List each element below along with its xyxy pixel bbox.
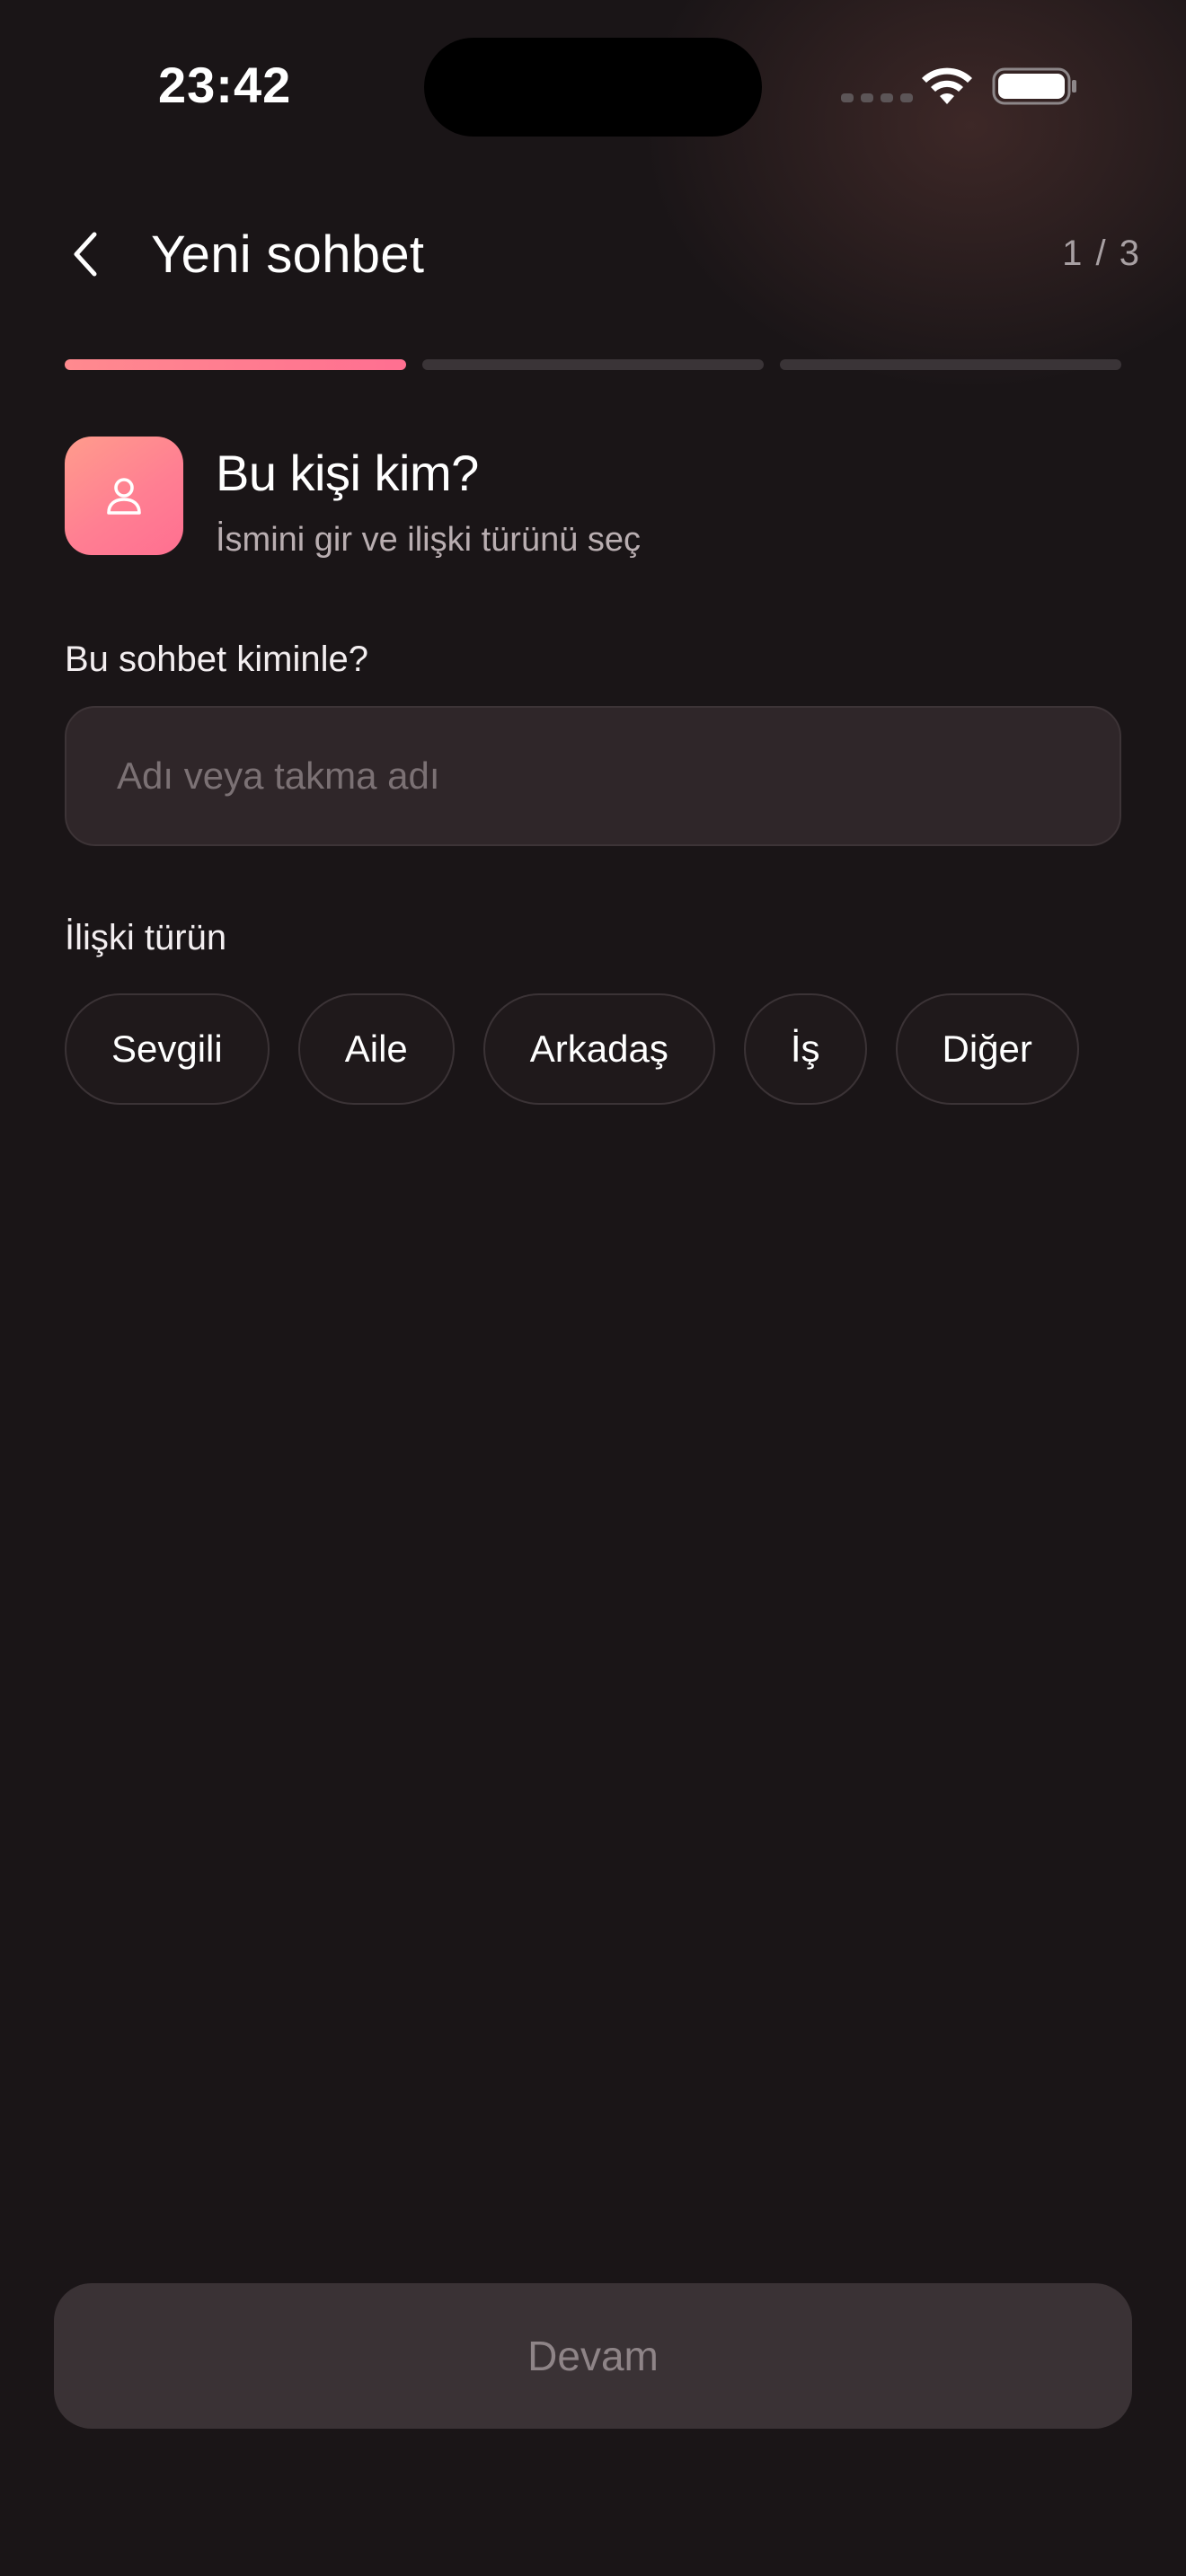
dynamic-island: [424, 38, 762, 137]
section-header: Bu kişi kim? İsmini gir ve ilişki türünü…: [65, 437, 1121, 571]
relationship-chip-aile[interactable]: Aile: [297, 993, 455, 1105]
step-counter: 1 / 3: [1062, 234, 1141, 273]
relationship-chip-is[interactable]: İş: [743, 993, 867, 1105]
relationship-label: İlişki türün: [65, 918, 227, 957]
page-title: Yeni sohbet: [151, 225, 425, 284]
person-icon: [107, 478, 141, 515]
relationship-options: Sevgili Aile Arkadaş İş Diğer: [65, 993, 1079, 1105]
relationship-chip-diger[interactable]: Diğer: [895, 993, 1079, 1105]
section-subtitle: İsmini gir ve ilişki türünü seç: [216, 521, 642, 559]
battery-icon: [992, 67, 1076, 105]
cellular-signal-icon: [841, 93, 913, 102]
progress-segment-1: [65, 359, 406, 370]
header: Yeni sohbet 1 / 3: [0, 207, 1186, 305]
name-input[interactable]: [65, 706, 1121, 846]
relationship-chip-arkadas[interactable]: Arkadaş: [482, 993, 715, 1105]
wifi-icon: [922, 67, 972, 104]
progress-segment-3: [780, 359, 1121, 370]
chevron-left-icon: [74, 232, 97, 277]
relationship-chip-sevgili[interactable]: Sevgili: [65, 993, 270, 1105]
continue-button[interactable]: Devam: [54, 2283, 1132, 2429]
step-progress: [65, 359, 1121, 372]
status-bar: 23:42: [0, 0, 1186, 180]
avatar: [65, 437, 183, 555]
new-chat-screen: 23:42 Yeni sohbet 1 / 3 Bu kişi kim? İsm…: [0, 0, 1186, 2576]
status-time: 23:42: [158, 57, 292, 113]
name-field-label: Bu sohbet kiminle?: [65, 640, 368, 679]
progress-segment-2: [422, 359, 764, 370]
back-button[interactable]: [54, 223, 117, 286]
section-title: Bu kişi kim?: [216, 445, 479, 501]
